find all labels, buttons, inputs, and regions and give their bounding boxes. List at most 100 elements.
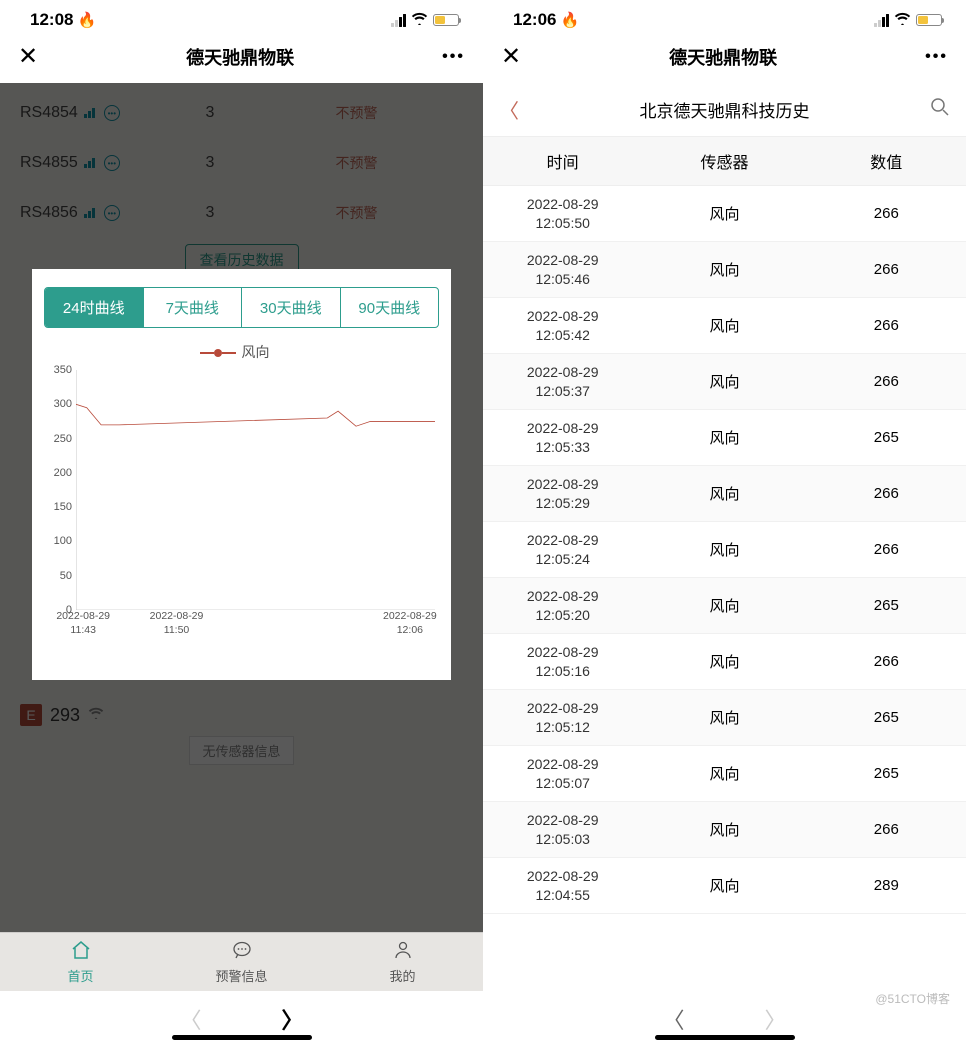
y-tick: 50 — [60, 570, 72, 582]
watermark: @51CTO博客 — [875, 990, 950, 1007]
cell-time: 2022-08-2912:05:07 — [483, 749, 642, 799]
cell-sensor: 风向 — [642, 875, 806, 896]
home-indicator[interactable] — [655, 1035, 795, 1040]
search-icon[interactable] — [930, 97, 950, 122]
y-tick: 150 — [54, 501, 72, 513]
cell-sensor: 风向 — [642, 763, 806, 784]
back-icon[interactable]: 〈 — [499, 95, 519, 124]
nav-forward-icon[interactable]: 〉 — [282, 1003, 304, 1035]
statusbar-right: 12:06🔥 — [483, 0, 966, 32]
battery-icon — [916, 14, 942, 26]
chart-tab-1[interactable]: 7天曲线 — [144, 288, 243, 327]
table-row[interactable]: 2022-08-2912:05:07 风向 265 — [483, 746, 966, 802]
wifi-icon — [894, 10, 911, 30]
col-header-sensor: 传感器 — [642, 149, 806, 173]
table-row[interactable]: 2022-08-2912:05:03 风向 266 — [483, 802, 966, 858]
cell-sensor: 风向 — [642, 707, 806, 728]
more-icon[interactable]: ••• — [925, 48, 948, 66]
cell-sensor: 风向 — [642, 203, 806, 224]
cell-time: 2022-08-2912:05:50 — [483, 189, 642, 239]
cell-sensor: 风向 — [642, 539, 806, 560]
chart-tab-0[interactable]: 24时曲线 — [45, 288, 144, 327]
table-row[interactable]: 2022-08-2912:05:24 风向 266 — [483, 522, 966, 578]
table-row[interactable]: 2022-08-2912:05:37 风向 266 — [483, 354, 966, 410]
cell-sensor: 风向 — [642, 259, 806, 280]
statusbar-left: 12:08🔥 — [0, 0, 483, 32]
signal-icon — [391, 14, 406, 27]
cell-value: 265 — [807, 429, 966, 446]
cell-sensor: 风向 — [642, 483, 806, 504]
table-row[interactable]: 2022-08-2912:05:20 风向 265 — [483, 578, 966, 634]
chart-tab-3[interactable]: 90天曲线 — [341, 288, 439, 327]
status-time: 12:06🔥 — [513, 10, 579, 30]
tabbar-item-0[interactable]: 首页 — [0, 933, 161, 991]
page-title: 北京德天驰鼎科技历史 — [640, 97, 810, 122]
nav-forward-icon[interactable]: 〉 — [765, 1003, 787, 1035]
status-time: 12:08🔥 — [30, 10, 96, 30]
cell-value: 265 — [807, 709, 966, 726]
cell-value: 265 — [807, 597, 966, 614]
phone-right: 12:06🔥 ✕ 德天驰鼎物联 ••• 〈 北京德天驰鼎科技历史 时间 传感器 … — [483, 0, 966, 1047]
cell-time: 2022-08-2912:05:42 — [483, 301, 642, 351]
table-row[interactable]: 2022-08-2912:05:46 风向 266 — [483, 242, 966, 298]
cell-time: 2022-08-2912:05:12 — [483, 693, 642, 743]
cell-sensor: 风向 — [642, 819, 806, 840]
x-tick: 2022-08-2911:50 — [137, 610, 217, 637]
nav-back-icon[interactable]: 〈 — [179, 1003, 201, 1035]
cell-sensor: 风向 — [642, 315, 806, 336]
cell-value: 266 — [807, 541, 966, 558]
cell-value: 266 — [807, 821, 966, 838]
chart-tab-2[interactable]: 30天曲线 — [242, 288, 341, 327]
y-tick: 300 — [54, 398, 72, 410]
y-tick: 350 — [54, 364, 72, 376]
bottom-tabbar: 首页 预警信息我的 — [0, 932, 483, 991]
table-row[interactable]: 2022-08-2912:05:50 风向 266 — [483, 186, 966, 242]
cell-time: 2022-08-2912:05:46 — [483, 245, 642, 295]
cell-value: 266 — [807, 653, 966, 670]
table-header: 时间 传感器 数值 — [483, 137, 966, 186]
wifi-icon — [411, 10, 428, 30]
tabbar-label: 首页 — [67, 969, 93, 984]
cell-time: 2022-08-2912:05:33 — [483, 413, 642, 463]
tabbar-label: 我的 — [389, 969, 415, 984]
close-icon[interactable]: ✕ — [501, 42, 521, 71]
tabbar-icon — [0, 941, 161, 965]
titlebar-right: ✕ 德天驰鼎物联 ••• — [483, 32, 966, 83]
table-row[interactable]: 2022-08-2912:04:55 风向 289 — [483, 858, 966, 914]
home-indicator[interactable] — [172, 1035, 312, 1040]
nav-back-icon[interactable]: 〈 — [662, 1003, 684, 1035]
sub-header: 〈 北京德天驰鼎科技历史 — [483, 83, 966, 137]
y-tick: 200 — [54, 467, 72, 479]
cell-value: 266 — [807, 205, 966, 222]
chart-plot[interactable] — [76, 370, 435, 610]
y-tick: 100 — [54, 535, 72, 547]
table-row[interactable]: 2022-08-2912:05:12 风向 265 — [483, 690, 966, 746]
table-row[interactable]: 2022-08-2912:05:33 风向 265 — [483, 410, 966, 466]
titlebar-left: ✕ 德天驰鼎物联 ••• — [0, 32, 483, 83]
chart-popup: 24时曲线7天曲线30天曲线90天曲线 风向 05010015020025030… — [32, 269, 451, 680]
cell-time: 2022-08-2912:05:16 — [483, 637, 642, 687]
chart-area: 050100150200250300350 2022-08-2911:43202… — [44, 370, 439, 650]
flame-icon: 🔥 — [77, 12, 96, 29]
cell-value: 266 — [807, 261, 966, 278]
cell-time: 2022-08-2912:05:24 — [483, 525, 642, 575]
phone-left: 12:08🔥 ✕ 德天驰鼎物联 ••• RS4854 ••• 3 不预警RS48… — [0, 0, 483, 1047]
table-row[interactable]: 2022-08-2912:05:42 风向 266 — [483, 298, 966, 354]
tabbar-icon — [322, 941, 483, 965]
signal-icon — [874, 14, 889, 27]
cell-value: 289 — [807, 877, 966, 894]
table-row[interactable]: 2022-08-2912:05:29 风向 266 — [483, 466, 966, 522]
cell-sensor: 风向 — [642, 595, 806, 616]
cell-value: 266 — [807, 485, 966, 502]
cell-value: 266 — [807, 373, 966, 390]
col-header-time: 时间 — [483, 149, 642, 173]
table-row[interactable]: 2022-08-2912:05:16 风向 266 — [483, 634, 966, 690]
close-icon[interactable]: ✕ — [18, 42, 38, 71]
x-tick: 2022-08-2912:06 — [370, 610, 450, 637]
cell-time: 2022-08-2912:04:55 — [483, 861, 642, 911]
tabbar-item-1[interactable]: 预警信息 — [161, 933, 322, 991]
more-icon[interactable]: ••• — [442, 48, 465, 66]
tabbar-item-2[interactable]: 我的 — [322, 933, 483, 991]
history-table-body[interactable]: 2022-08-2912:05:50 风向 2662022-08-2912:05… — [483, 186, 966, 991]
col-header-value: 数值 — [807, 149, 966, 173]
